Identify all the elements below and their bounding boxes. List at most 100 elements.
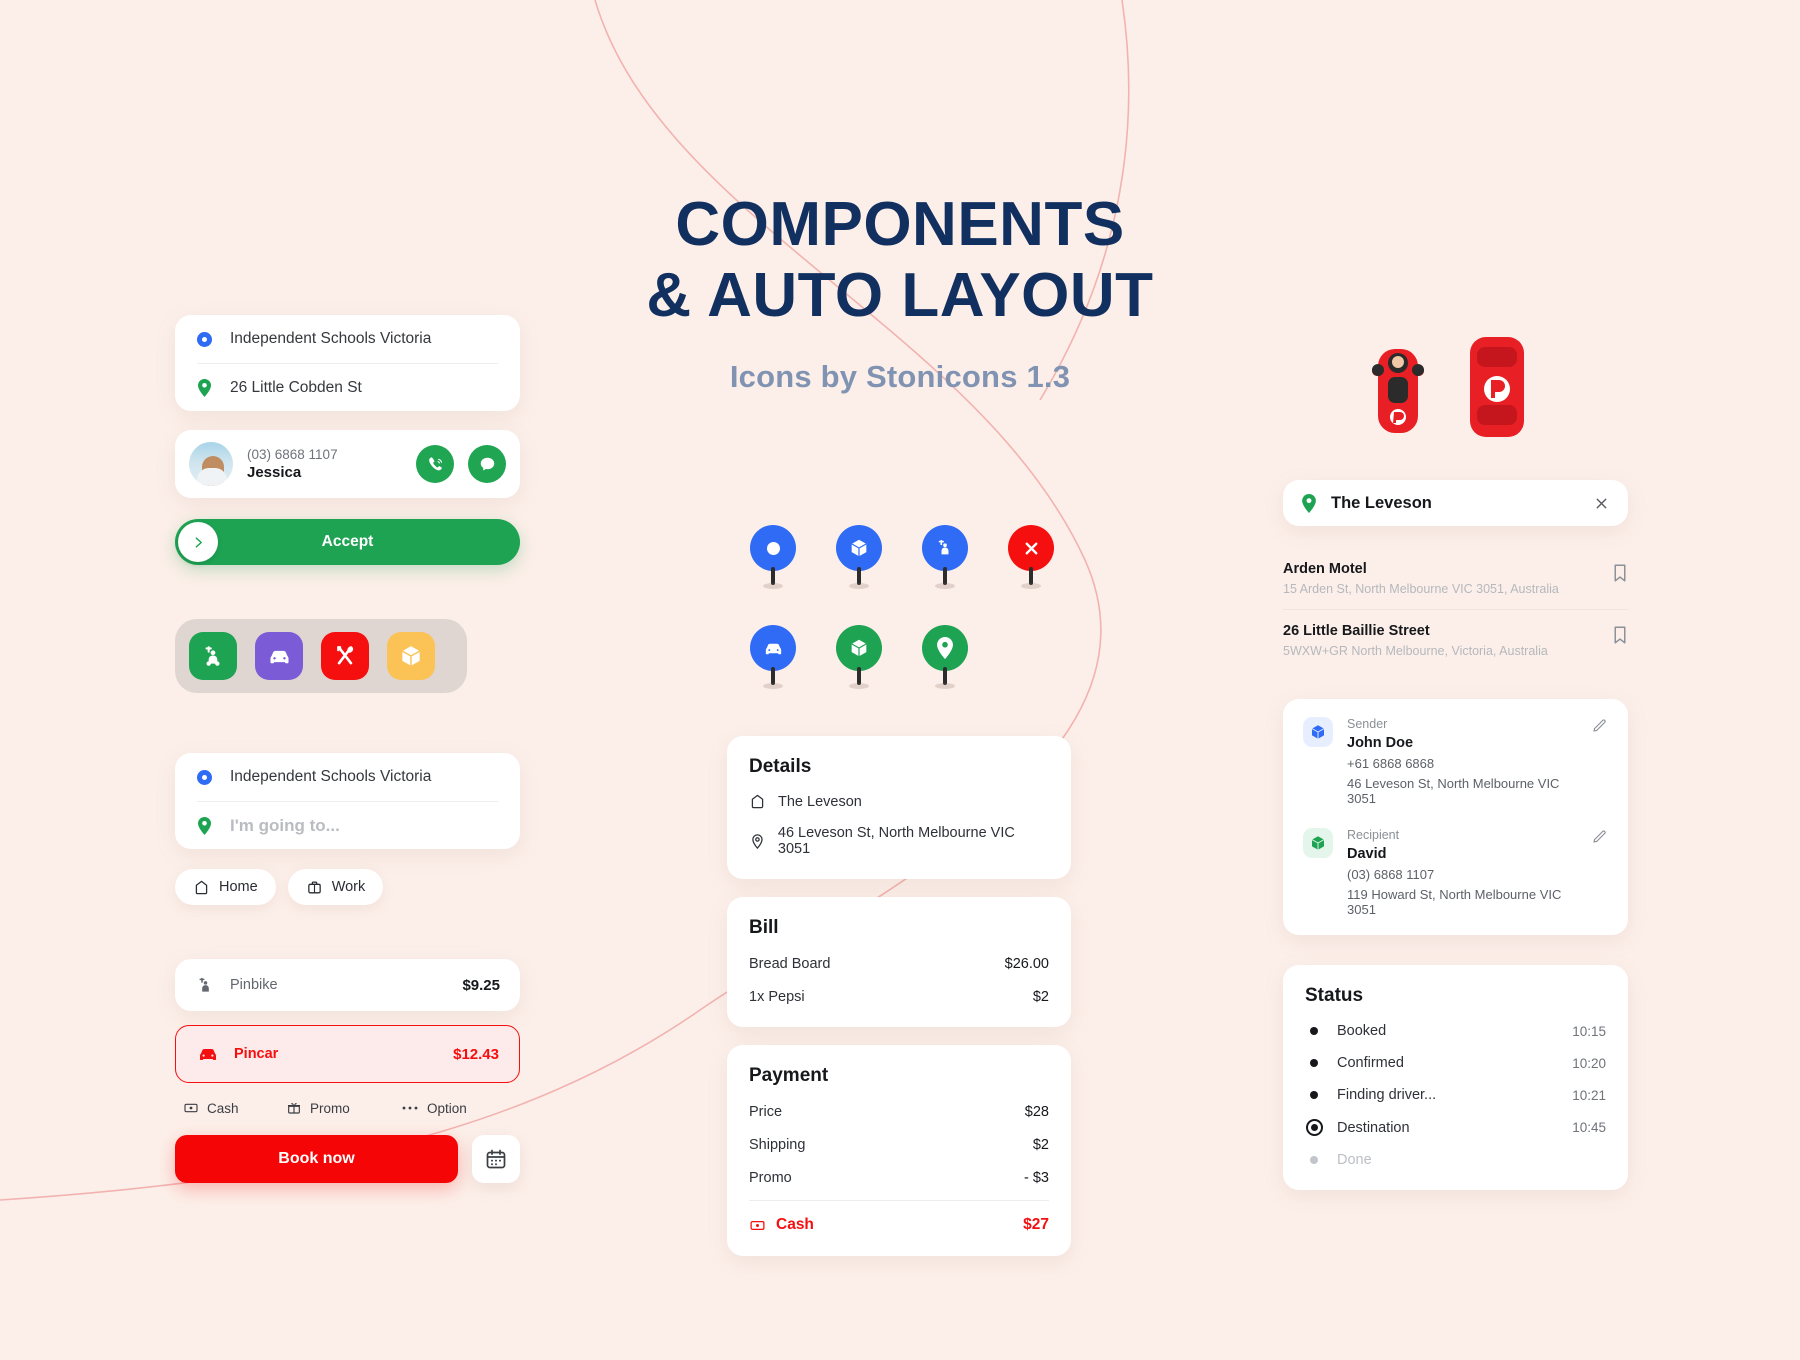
list-item[interactable]: 26 Little Baillie Street 5WXW+GR North M… (1283, 609, 1628, 671)
contact-name: Jessica (247, 464, 302, 481)
sender-block: Sender John Doe +61 6868 6868 46 Leveson… (1303, 717, 1608, 806)
scooter-icon (205, 646, 220, 666)
bill-item-row: 1x Pepsi $2 (749, 989, 1049, 1005)
book-now-label: Book now (278, 1150, 355, 1167)
location-pin-head (922, 625, 968, 671)
pin-scooter[interactable] (922, 525, 968, 589)
more-icon (402, 1106, 418, 1110)
dest-origin-row[interactable]: Independent Schools Victoria (197, 753, 498, 801)
contact-card: (03) 6868 1107 Jessica (175, 430, 520, 498)
pin-row-2 (750, 625, 1040, 689)
chat-icon (480, 457, 494, 471)
gift-icon (288, 1102, 300, 1114)
pin-dot[interactable] (750, 525, 796, 589)
sender-recipient-card: Sender John Doe +61 6868 6868 46 Leveson… (1283, 699, 1628, 935)
dest-input-row[interactable]: I'm going to... (197, 801, 498, 849)
car-top-view-icon (1470, 337, 1524, 437)
payment-title: Payment (749, 1065, 829, 1086)
destination-card: Independent Schools Victoria I'm going t… (175, 753, 520, 849)
fare-pinbike-price: $9.25 (462, 976, 500, 994)
bookmark-icon[interactable] (1612, 564, 1628, 583)
payment-item-row: Promo - $3 (749, 1170, 1049, 1186)
close-icon[interactable] (1593, 495, 1610, 512)
payment-options: Cash Promo Option (175, 1100, 520, 1116)
status-step-finding-driver: Finding driver... 10:21 (1305, 1087, 1606, 1103)
address-main: 26 Little Baillie Street 5WXW+GR North M… (1283, 623, 1612, 658)
service-icon-tray (175, 619, 467, 693)
address-title: Arden Motel (1283, 561, 1367, 577)
status-step-time: 10:15 (1572, 1023, 1606, 1039)
status-dot-icon (1305, 1156, 1323, 1164)
status-step-confirmed: Confirmed 10:20 (1305, 1055, 1606, 1071)
details-address-row: 46 Leveson St, North Melbourne VIC 3051 (749, 825, 1049, 857)
chevron-right-icon (195, 536, 202, 548)
box-green-pin-head (836, 625, 882, 671)
pin-car[interactable] (750, 625, 796, 689)
fare-row-pinbike[interactable]: Pinbike $9.25 (175, 959, 520, 1011)
pin-location[interactable] (922, 625, 968, 689)
status-step-label: Destination (1337, 1119, 1410, 1136)
address-subtitle: 15 Arden St, North Melbourne VIC 3051, A… (1283, 582, 1559, 596)
route-destination-row[interactable]: 26 Little Cobden St (197, 363, 498, 411)
status-dot-icon (1305, 1027, 1323, 1035)
pin-shadow (935, 683, 955, 689)
payment-total-label-wrap: Cash (749, 1216, 1023, 1234)
service-food-button[interactable] (321, 632, 369, 680)
fare-pinbike-label: Pinbike (230, 977, 278, 993)
bookmark-icon[interactable] (1612, 626, 1628, 645)
call-button[interactable] (416, 445, 454, 483)
avatar (189, 442, 233, 486)
close-pin-head (1008, 525, 1054, 571)
left-column: Independent Schools Victoria 26 Little C… (175, 315, 520, 1183)
message-button[interactable] (468, 445, 506, 483)
details-address-label: 46 Leveson St, North Melbourne VIC 3051 (777, 825, 1015, 857)
calendar-button[interactable] (472, 1135, 520, 1183)
search-input[interactable]: The Leveson (1331, 494, 1579, 513)
route-origin-row[interactable]: Independent Schools Victoria (197, 315, 498, 363)
scooter-icon (938, 539, 949, 555)
page-root: COMPONENTS & AUTO LAYOUT Icons by Stonic… (0, 0, 1800, 1360)
pin-shadow (849, 683, 869, 689)
right-column: The Leveson Arden Motel 15 Arden St, Nor… (1283, 480, 1628, 1190)
sender-body: Sender John Doe +61 6868 6868 46 Leveson… (1347, 717, 1578, 806)
chip-work-label: Work (331, 879, 366, 895)
contact-phone: (03) 6868 1107 (247, 447, 338, 462)
pin-box-green[interactable] (836, 625, 882, 689)
saved-place-chips: Home Work (175, 869, 520, 905)
bill-item-label: 1x Pepsi (749, 989, 805, 1005)
address-main: Arden Motel 15 Arden St, North Melbourne… (1283, 561, 1612, 596)
payment-option-cash[interactable]: Cash (183, 1100, 286, 1116)
route-origin-label: Independent Schools Victoria (230, 330, 432, 347)
close-icon (1025, 542, 1037, 554)
accept-knob[interactable] (178, 522, 218, 562)
sender-role: Sender (1347, 717, 1388, 731)
location-pin-icon (1302, 493, 1316, 513)
scooter-icon (199, 977, 209, 992)
accept-button[interactable]: Accept (175, 519, 520, 565)
pencil-icon[interactable] (1592, 828, 1608, 844)
chip-work[interactable]: Work (287, 869, 384, 905)
chip-home-label: Home (219, 879, 258, 895)
payment-option-promo[interactable]: Promo (286, 1100, 401, 1116)
pin-box-blue[interactable] (836, 525, 882, 589)
destination-input[interactable]: I'm going to... (230, 816, 340, 836)
status-step-label: Booked (1337, 1023, 1387, 1039)
pencil-icon[interactable] (1592, 717, 1608, 733)
service-car-button[interactable] (255, 632, 303, 680)
chip-home[interactable]: Home (175, 869, 276, 905)
fare-row-pincar[interactable]: Pincar $12.43 (175, 1025, 520, 1083)
details-place-row: The Leveson (749, 793, 1049, 810)
calendar-icon (486, 1149, 506, 1169)
search-card[interactable]: The Leveson (1283, 480, 1628, 526)
pin-close[interactable] (1008, 525, 1054, 589)
list-item[interactable]: Arden Motel 15 Arden St, North Melbourne… (1283, 548, 1628, 609)
service-package-button[interactable] (387, 632, 435, 680)
book-now-button[interactable]: Book now (175, 1135, 458, 1183)
status-card: Status Booked 10:15 Confirmed 10:20 Find… (1283, 965, 1628, 1190)
dot-pin-head (750, 525, 796, 571)
box-icon (401, 646, 421, 666)
service-scooter-button[interactable] (189, 632, 237, 680)
payment-option-more[interactable]: Option (401, 1100, 467, 1116)
payment-total-value: $27 (1023, 1216, 1049, 1233)
pin-shadow (763, 583, 783, 589)
